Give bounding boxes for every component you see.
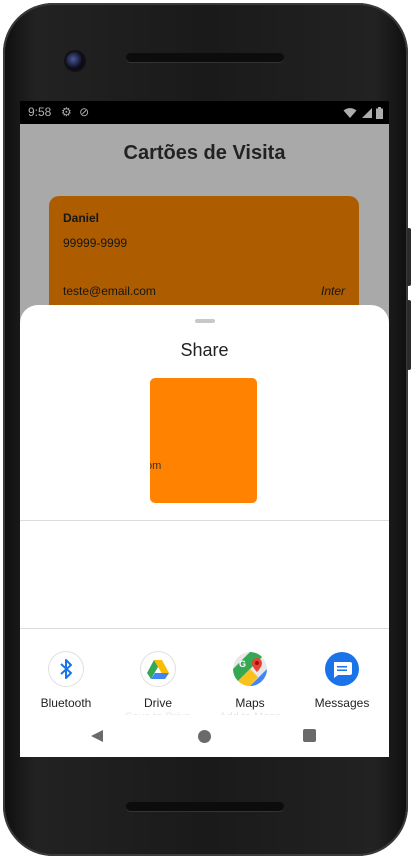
divider: [20, 520, 389, 521]
recents-icon[interactable]: [303, 729, 316, 742]
drag-handle[interactable]: [195, 319, 215, 323]
share-target-label: Drive: [143, 696, 172, 710]
share-preview-image: om: [150, 378, 257, 503]
share-target-label: Bluetooth: [40, 696, 92, 710]
back-icon[interactable]: [90, 729, 104, 743]
share-target-label: Maps: [235, 696, 265, 710]
top-speaker: [126, 53, 284, 62]
bluetooth-icon: [49, 652, 83, 686]
google-drive-icon: [141, 652, 175, 686]
messages-icon: [325, 652, 359, 686]
power-button: [407, 300, 411, 370]
share-target-label: Messages: [314, 696, 370, 710]
volume-button: [407, 228, 411, 286]
home-icon[interactable]: [198, 730, 211, 743]
preview-text: om: [150, 460, 162, 472]
phone-device: 9:58 ⚙ ⊘ Cartões de Visita Daniel 99999-…: [0, 0, 413, 861]
screen: 9:58 ⚙ ⊘ Cartões de Visita Daniel 99999-…: [20, 101, 389, 757]
svg-text:G: G: [239, 659, 246, 669]
front-camera: [64, 50, 86, 72]
share-sheet: Share om Bluetooth: [20, 305, 389, 757]
google-maps-icon: G: [233, 652, 267, 686]
share-title: Share: [180, 340, 229, 360]
navigation-bar: [20, 715, 389, 757]
bottom-speaker: [126, 802, 284, 811]
divider: [20, 628, 389, 629]
